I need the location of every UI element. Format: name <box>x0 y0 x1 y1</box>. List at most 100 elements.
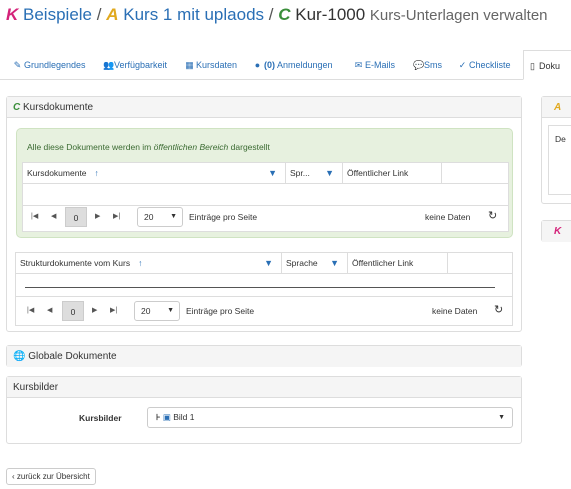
side-panel-k: K <box>541 220 571 242</box>
empty-label: keine Daten <box>425 212 471 222</box>
refresh-icon[interactable]: ↻ <box>488 209 497 222</box>
c-badge: C <box>278 5 291 24</box>
tab-label: Checkliste <box>469 60 511 70</box>
panel-title: Globale Dokumente <box>28 351 117 362</box>
filter-icon[interactable]: ▼ <box>330 253 339 273</box>
public-docs-box: Alle diese Dokumente werden im öffentlic… <box>16 128 513 238</box>
column-header-link: Öffentlicher Link <box>343 163 442 183</box>
divider <box>25 287 495 288</box>
file-icon: ▯ <box>530 61 535 71</box>
tab-count: (0) <box>264 60 275 70</box>
global-docs-panel[interactable]: 🌐 Globale Dokumente <box>6 345 522 367</box>
side-panel-a: A De <box>541 96 571 204</box>
page-size-label: Einträge pro Seite <box>189 212 258 222</box>
filter-icon[interactable]: ▼ <box>268 163 277 183</box>
user-icon: ● <box>254 60 261 70</box>
next-page-icon[interactable]: ▶ <box>92 306 97 314</box>
kursbilder-panel: Kursbilder Kursbilder ⊦ ▣ Bild 1 ▼ <box>6 376 522 444</box>
tab-label: Grundlegendes <box>24 60 86 70</box>
tab-emails[interactable]: ✉ E-Mails <box>354 50 395 80</box>
tab-label: Verfügbarkeit <box>114 60 168 70</box>
panel-header: Kursbilder <box>7 377 521 398</box>
refresh-icon[interactable]: ↻ <box>494 303 503 316</box>
caret-down-icon: ▼ <box>170 213 177 220</box>
panel-header: K <box>542 221 571 242</box>
crumb-beispiele[interactable]: Beispiele <box>23 5 92 24</box>
users-icon: 👥 <box>103 60 115 70</box>
c-badge: C <box>13 102 21 113</box>
column-header-sprache[interactable]: Sprache ▼ <box>282 253 348 273</box>
envelope-icon: ✉ <box>354 60 363 70</box>
tab-bar: ✎ Grundlegendes 👥Verfügbarkeit ▦ Kursdaten… <box>0 50 571 80</box>
a-badge: A <box>554 102 562 113</box>
tab-kursdaten[interactable]: ▦ Kursdaten <box>185 50 237 80</box>
tab-label: Anmeldungen <box>277 60 333 70</box>
chat-icon: 💬 <box>413 60 425 70</box>
panel-header: 🌐 Globale Dokumente <box>7 346 521 367</box>
pager: |◀ ◀ 0 ▶ ▶| 20 ▼ Einträge pro Seite keine… <box>23 205 508 231</box>
tab-verfuegbarkeit[interactable]: 👥Verfügbarkeit <box>103 50 167 80</box>
tab-anmeldungen[interactable]: ● (0) Anmeldungen <box>253 50 333 80</box>
pager: |◀ ◀ 0 ▶ ▶| 20 ▼ Einträge pro Seite keine… <box>16 296 512 326</box>
tree-icon: ⊦ <box>156 412 161 422</box>
crumb-separator: / <box>268 5 274 24</box>
crumb-separator: / <box>96 5 102 24</box>
kursbilder-label: Kursbilder <box>79 413 122 423</box>
check-icon: ✓ <box>458 60 467 70</box>
prev-page-icon[interactable]: ◀ <box>47 306 52 314</box>
back-button[interactable]: ‹ zurück zur Übersicht <box>6 468 96 485</box>
panel-header: C Kursdokumente <box>7 97 521 118</box>
column-header-kursdokumente[interactable]: Kursdokumente ↑ ▼ <box>23 163 286 183</box>
tab-label: Sms <box>424 60 442 70</box>
current-page[interactable]: 0 <box>62 301 84 321</box>
calendar-icon: ▦ <box>185 60 194 70</box>
first-page-icon[interactable]: |◀ <box>31 212 38 220</box>
panel-title: Kursdokumente <box>23 102 94 113</box>
filter-icon[interactable]: ▼ <box>264 253 273 273</box>
tab-label: E-Mails <box>365 60 396 70</box>
globe-icon: 🌐 <box>13 351 26 362</box>
column-header-link: Öffentlicher Link <box>348 253 448 273</box>
tab-dokumente[interactable]: ▯ Doku <box>523 50 571 80</box>
tab-grundlegendes[interactable]: ✎ Grundlegendes <box>13 50 86 80</box>
pencil-icon: ✎ <box>13 60 22 70</box>
last-page-icon[interactable]: ▶| <box>110 306 117 314</box>
next-page-icon[interactable]: ▶ <box>95 212 100 220</box>
panel-header: A <box>542 97 571 118</box>
filter-icon[interactable]: ▼ <box>325 163 334 183</box>
page-size-select[interactable]: 20 ▼ <box>137 207 183 227</box>
tab-label: Kursdaten <box>196 60 238 70</box>
caret-down-icon: ▼ <box>498 414 505 421</box>
info-text: Alle diese Dokumente werden im öffentlic… <box>27 142 270 152</box>
page-size-select[interactable]: 20 ▼ <box>134 301 180 321</box>
k-badge: K <box>6 5 19 24</box>
last-page-icon[interactable]: ▶| <box>113 212 120 220</box>
a-badge: A <box>106 5 119 24</box>
tab-label: Doku <box>539 61 561 71</box>
column-header-sprache[interactable]: Spr... ▼ <box>286 163 343 183</box>
page-subtitle: Kurs-Unterlagen verwalten <box>369 7 548 24</box>
crumb-kurs[interactable]: Kurs 1 mit uplaods <box>123 5 264 24</box>
first-page-icon[interactable]: |◀ <box>27 306 34 314</box>
chevron-left-icon: ‹ <box>12 472 15 481</box>
tab-checkliste[interactable]: ✓ Checkliste <box>458 50 511 80</box>
kursbilder-select[interactable]: ⊦ ▣ Bild 1 ▼ <box>147 407 513 428</box>
k-badge: K <box>554 226 562 237</box>
side-table: De <box>548 125 571 195</box>
column-header-struktur[interactable]: Strukturdokumente vom Kurs ↑ ▼ <box>16 253 282 273</box>
empty-label: keine Daten <box>432 306 478 316</box>
crumb-current: Kur-1000 <box>295 5 366 24</box>
current-page[interactable]: 0 <box>65 207 87 227</box>
kursdokumente-panel: C Kursdokumente Alle diese Dokumente wer… <box>6 96 522 332</box>
side-text: De <box>555 134 566 144</box>
selected-value: Bild 1 <box>173 412 195 422</box>
tab-sms[interactable]: 💬Sms <box>413 50 442 80</box>
breadcrumb: K Beispiele / A Kurs 1 mit uplaods / C K… <box>6 5 548 25</box>
caret-down-icon: ▼ <box>167 307 174 314</box>
kursdokumente-table: Kursdokumente ↑ ▼ Spr... ▼ Öffentlicher L… <box>22 162 509 232</box>
image-icon: ▣ <box>162 412 171 422</box>
sort-asc-icon[interactable]: ↑ <box>95 168 99 178</box>
panel-title: Kursbilder <box>13 382 59 393</box>
sort-asc-icon[interactable]: ↑ <box>138 258 142 268</box>
prev-page-icon[interactable]: ◀ <box>51 212 56 220</box>
